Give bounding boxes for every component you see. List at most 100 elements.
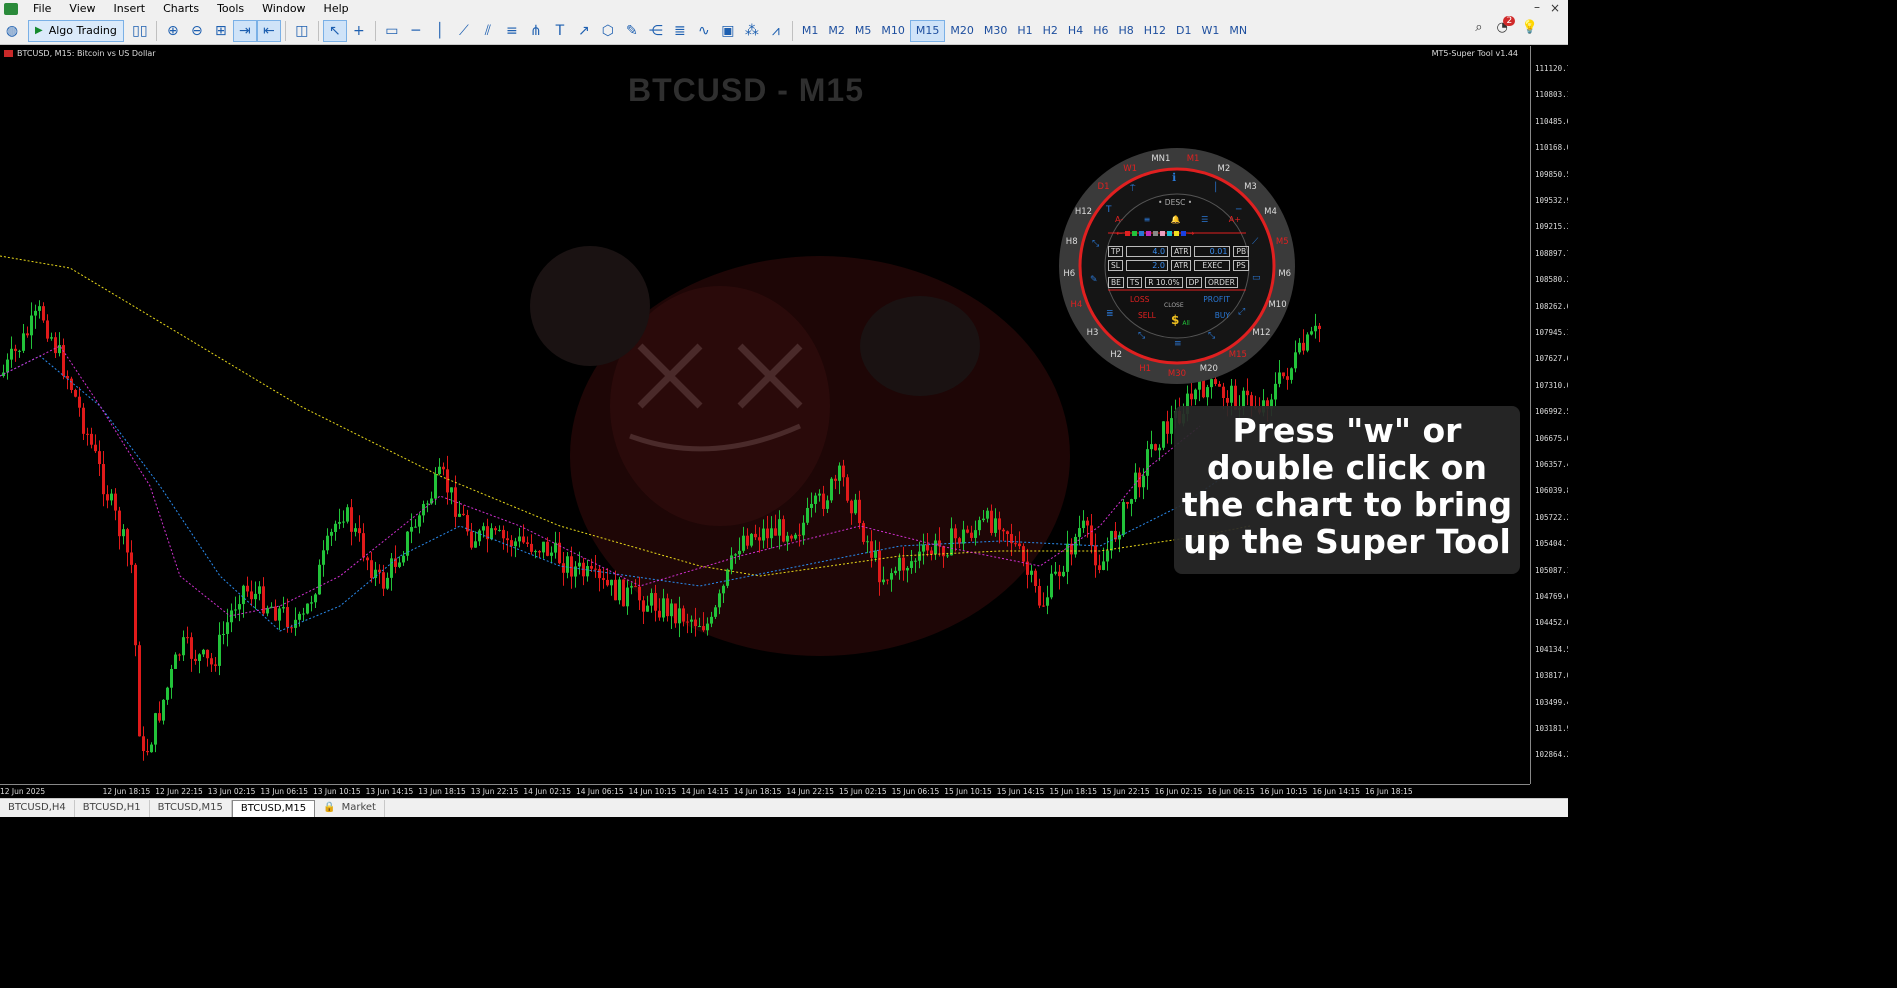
ts-button[interactable]: TS: [1126, 277, 1143, 288]
menu-file[interactable]: File: [24, 2, 60, 15]
close-all-button[interactable]: $ All: [1171, 313, 1190, 327]
pen-tool-icon[interactable]: ✎: [1090, 275, 1098, 285]
chart-shift-icon[interactable]: ⇤: [256, 19, 281, 42]
order-button[interactable]: ORDER: [1204, 277, 1238, 288]
gann-tool-icon[interactable]: ⍑: [1130, 184, 1135, 194]
risk-button[interactable]: R 10.0%: [1145, 277, 1183, 288]
timeframe-h8[interactable]: H8: [1113, 20, 1138, 42]
tab-market[interactable]: 🔒 Market: [315, 800, 385, 817]
ps-button[interactable]: PS: [1233, 260, 1249, 271]
timeframe-h6[interactable]: H6: [1088, 20, 1113, 42]
ring-timeframe-m5[interactable]: M5: [1276, 237, 1289, 247]
channel-icon[interactable]: ⫽: [476, 20, 500, 42]
sl-input[interactable]: 2.0: [1125, 260, 1168, 271]
notifications-icon[interactable]: ◔ 2: [1496, 16, 1516, 35]
tab-btcusd-m15[interactable]: BTCUSD,M15: [150, 800, 232, 817]
trendline-icon[interactable]: ⟋: [452, 20, 476, 42]
menu-help[interactable]: Help: [315, 2, 358, 15]
ring-timeframe-m15[interactable]: M15: [1229, 350, 1247, 360]
line-width-icon[interactable]: ☰: [1201, 215, 1208, 224]
time-axis[interactable]: 12 Jun 2025 12 Jun 18:15 12 Jun 22:15 13 Ju…: [0, 784, 1530, 798]
trend-tool-icon[interactable]: ⟋: [1252, 237, 1258, 247]
cursor-icon[interactable]: ↖: [322, 19, 347, 42]
minimize-icon[interactable]: –: [1534, 0, 1540, 14]
candles-icon[interactable]: ▯▯: [128, 20, 152, 42]
timeframe-m1[interactable]: M1: [797, 20, 824, 42]
fan-tool-icon[interactable]: ⤡: [1208, 331, 1215, 341]
menu-insert[interactable]: Insert: [105, 2, 155, 15]
arrow-icon[interactable]: ↗: [572, 20, 596, 42]
sl-atr-button[interactable]: ATR: [1170, 260, 1192, 271]
screenshot-icon[interactable]: ◫: [290, 20, 314, 42]
menu-view[interactable]: View: [60, 2, 104, 15]
levels-tool-icon[interactable]: ≣: [1106, 309, 1114, 319]
text-tool-icon[interactable]: T: [1106, 205, 1112, 215]
fib-fan-icon[interactable]: ⋔: [524, 20, 548, 42]
ring-timeframe-h6[interactable]: H6: [1063, 269, 1075, 279]
info-icon[interactable]: ℹ: [1172, 171, 1176, 184]
tp-label[interactable]: TP: [1108, 246, 1124, 257]
sell-button[interactable]: SELL: [1138, 311, 1156, 320]
loss-label[interactable]: LOSS: [1130, 295, 1149, 304]
search-icon[interactable]: ⌕: [1475, 20, 1482, 35]
chart-area[interactable]: BTCUSD, M15: Bitcoin vs US Dollar MT5-Su…: [0, 46, 1530, 784]
vertical-line-icon[interactable]: │: [428, 20, 452, 42]
shapes-icon[interactable]: ⬡: [596, 20, 620, 42]
ring-timeframe-m12[interactable]: M12: [1252, 328, 1270, 338]
super-tool-panel[interactable]: MN1 M1 M2 M3 M4 M5 M6 M10 M12 M15 M20 M30 H1 H2 H3 H4 H6…: [1058, 147, 1296, 385]
rect-tool-icon[interactable]: ▭: [1252, 273, 1261, 283]
hline-tool-icon[interactable]: ─: [1236, 205, 1241, 215]
ring-timeframe-m10[interactable]: M10: [1268, 300, 1286, 310]
pen-icon[interactable]: ✎: [620, 20, 644, 42]
profit-label[interactable]: PROFIT: [1203, 295, 1230, 304]
zoom-in-icon[interactable]: ⊕: [161, 20, 185, 42]
fib-tool-icon[interactable]: ⤡: [1092, 239, 1099, 249]
menu-tools[interactable]: Tools: [208, 2, 253, 15]
ring-timeframe-m1[interactable]: M1: [1187, 154, 1200, 164]
price-axis[interactable]: 111120.75 110803.14 110485.63 110168.02 1098…: [1530, 46, 1568, 784]
image-icon[interactable]: ▣: [716, 20, 740, 42]
timeframe-m15[interactable]: M15: [909, 19, 946, 42]
ring-timeframe-h12[interactable]: H12: [1075, 207, 1092, 217]
pitchfork-icon[interactable]: ⋲: [644, 20, 668, 42]
ring-timeframe-m6[interactable]: M6: [1278, 269, 1291, 279]
alert-bell-icon[interactable]: 🔔: [1171, 215, 1181, 224]
text-icon[interactable]: T: [548, 20, 572, 42]
timeframe-m30[interactable]: M30: [979, 20, 1013, 42]
ring-timeframe-m30[interactable]: M30: [1168, 369, 1186, 379]
ring-timeframe-m2[interactable]: M2: [1217, 164, 1230, 174]
tile-icon[interactable]: ⊞: [209, 20, 233, 42]
ring-timeframe-m20[interactable]: M20: [1200, 364, 1218, 374]
fibonacci-icon[interactable]: ≡: [500, 20, 524, 42]
close-icon[interactable]: ×: [1550, 1, 1560, 15]
timeframe-d1[interactable]: D1: [1171, 20, 1196, 42]
lot-input[interactable]: 0.01: [1194, 246, 1231, 257]
dp-button[interactable]: DP: [1185, 277, 1202, 288]
rectangle-icon[interactable]: ▭: [380, 20, 404, 42]
ring-timeframe-d1[interactable]: D1: [1098, 182, 1110, 192]
channel-tool-icon[interactable]: ⤡: [1138, 331, 1145, 341]
timeframe-h1[interactable]: H1: [1012, 20, 1037, 42]
tab-btcusd-m15-active[interactable]: BTCUSD,M15: [231, 800, 316, 817]
line-style-icon[interactable]: ≡: [1144, 215, 1151, 224]
ring-timeframe-h8[interactable]: H8: [1066, 237, 1078, 247]
font-smaller-button[interactable]: A-: [1115, 215, 1123, 224]
ring-timeframe-h2[interactable]: H2: [1110, 350, 1122, 360]
timeframe-w1[interactable]: W1: [1197, 20, 1225, 42]
gann-icon[interactable]: ≣: [668, 20, 692, 42]
lightbulb-icon[interactable]: 💡: [1522, 20, 1538, 35]
timeframe-h12[interactable]: H12: [1139, 20, 1171, 42]
timeframe-m2[interactable]: M2: [823, 20, 850, 42]
be-button[interactable]: BE: [1108, 277, 1124, 288]
ring-timeframe-mn1[interactable]: MN1: [1151, 154, 1170, 164]
timeframe-h2[interactable]: H2: [1038, 20, 1063, 42]
desc-label[interactable]: • DESC •: [1158, 198, 1192, 207]
ring-timeframe-m4[interactable]: M4: [1264, 207, 1277, 217]
crosshair-icon[interactable]: +: [347, 20, 371, 42]
color-palette[interactable]: ← →: [1116, 229, 1194, 238]
tp-input[interactable]: 4.0: [1126, 246, 1169, 257]
buy-button[interactable]: BUY: [1215, 311, 1230, 320]
timeframe-m5[interactable]: M5: [850, 20, 877, 42]
horizontal-line-icon[interactable]: ─: [404, 20, 428, 42]
timeframe-h4[interactable]: H4: [1063, 20, 1088, 42]
